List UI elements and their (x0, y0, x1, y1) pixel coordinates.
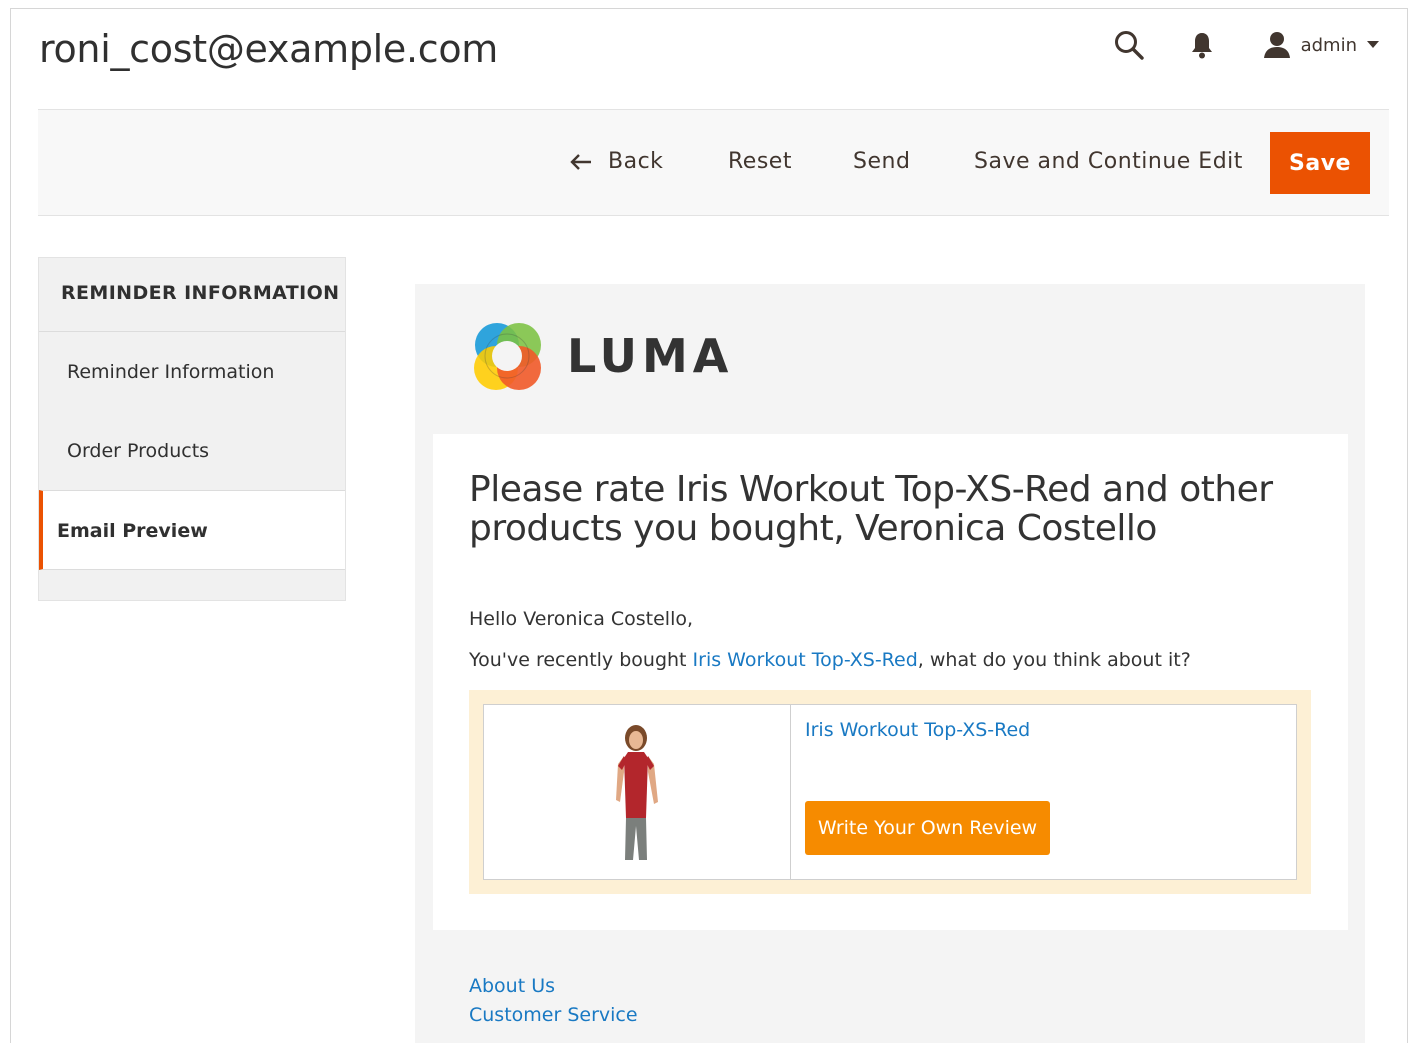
back-label: Back (608, 148, 664, 174)
sidebar-item-email-preview[interactable]: Email Preview (39, 490, 345, 570)
bought-suffix: , what do you think about it? (917, 649, 1191, 671)
search-icon[interactable] (1113, 29, 1145, 61)
product-info-cell: Iris Workout Top-XS-Red Write Your Own R… (791, 705, 1296, 879)
footer-link-customer-service[interactable]: Customer Service (469, 1001, 638, 1030)
reset-button[interactable]: Reset (728, 138, 792, 184)
luma-logo: LUMA (469, 318, 733, 394)
bell-icon[interactable] (1189, 30, 1215, 60)
product-box: Iris Workout Top-XS-Red Write Your Own R… (469, 690, 1311, 894)
footer-link-about-us[interactable]: About Us (469, 972, 638, 1001)
luma-wordmark: LUMA (567, 329, 734, 383)
bought-prefix: You've recently bought (469, 649, 693, 671)
page-title: roni_cost@example.com (39, 27, 499, 71)
admin-username: admin (1300, 34, 1357, 56)
admin-user-menu[interactable]: admin (1263, 31, 1379, 59)
caret-down-icon (1367, 41, 1379, 49)
admin-page: roni_cost@example.com admin Back Reset S… (10, 8, 1408, 1043)
sidebar-title: REMINDER INFORMATION (39, 258, 345, 332)
email-body: Please rate Iris Workout Top-XS-Red and … (433, 434, 1348, 930)
email-greeting: Hello Veronica Costello, (469, 608, 694, 630)
product-image-cell (484, 705, 791, 879)
write-review-button[interactable]: Write Your Own Review (805, 801, 1050, 855)
email-heading: Please rate Iris Workout Top-XS-Red and … (469, 469, 1273, 549)
sidebar-item-order-products[interactable]: Order Products (39, 411, 345, 490)
page-actions-bar: Back Reset Send Save and Continue Edit S… (38, 109, 1389, 216)
sidebar-item-reminder-information[interactable]: Reminder Information (39, 332, 345, 411)
email-preview: LUMA Please rate Iris Workout Top-XS-Red… (415, 284, 1365, 1043)
back-button[interactable]: Back (570, 138, 663, 184)
product-table: Iris Workout Top-XS-Red Write Your Own R… (483, 704, 1297, 880)
email-bought-line: You've recently bought Iris Workout Top-… (469, 649, 1191, 671)
save-button[interactable]: Save (1270, 132, 1370, 194)
header-actions: admin (1113, 29, 1379, 61)
sidebar-tabs: REMINDER INFORMATION Reminder Informatio… (38, 257, 346, 601)
save-and-continue-button[interactable]: Save and Continue Edit (974, 138, 1243, 184)
send-button[interactable]: Send (853, 138, 910, 184)
email-footer-links: About Us Customer Service (469, 972, 638, 1030)
arrow-left-icon (570, 152, 592, 170)
user-icon (1263, 31, 1291, 59)
bought-product-link[interactable]: Iris Workout Top-XS-Red (693, 649, 918, 671)
product-image[interactable] (602, 722, 672, 862)
product-name-link[interactable]: Iris Workout Top-XS-Red (805, 719, 1030, 741)
luma-logo-icon (474, 323, 541, 390)
